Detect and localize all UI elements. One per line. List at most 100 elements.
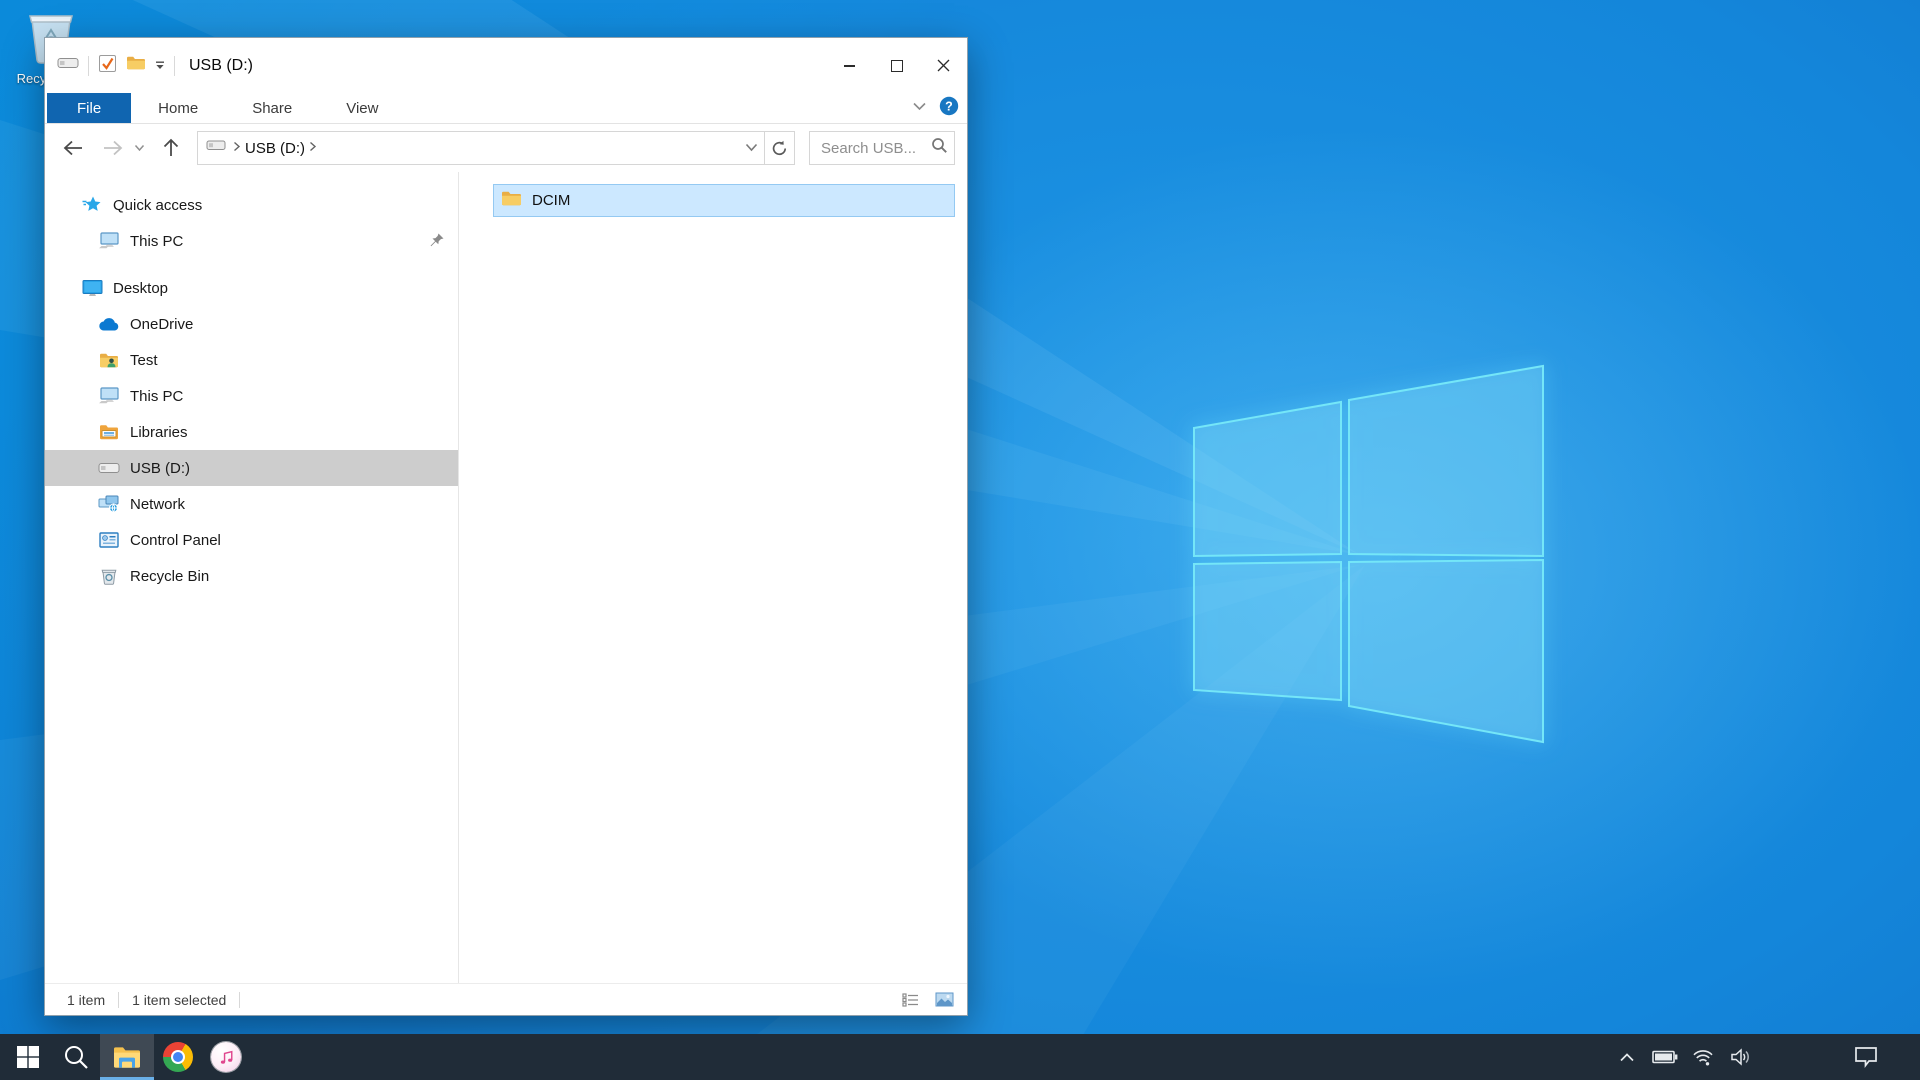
sidebar-item-this-pc-pinned[interactable]: This PC bbox=[45, 223, 458, 259]
properties-check-icon[interactable] bbox=[98, 54, 117, 78]
itunes-icon bbox=[211, 1042, 241, 1072]
ribbon-right-controls: ? bbox=[912, 93, 959, 123]
new-folder-icon[interactable] bbox=[126, 55, 146, 76]
sidebar-item-libraries[interactable]: Libraries bbox=[45, 414, 458, 450]
search-icon bbox=[63, 1044, 89, 1070]
sidebar-item-label: OneDrive bbox=[130, 316, 193, 333]
file-list-area[interactable]: DCIM bbox=[459, 172, 967, 983]
volume-button[interactable] bbox=[1722, 1034, 1760, 1080]
usb-drive-icon bbox=[98, 461, 120, 475]
sidebar-item-label: Desktop bbox=[113, 280, 168, 297]
start-icon bbox=[16, 1045, 40, 1069]
sidebar-item-network[interactable]: Network bbox=[45, 486, 458, 522]
caption-buttons bbox=[826, 38, 967, 93]
forward-button[interactable] bbox=[97, 139, 129, 157]
taskbar-chrome-button[interactable] bbox=[154, 1034, 202, 1080]
battery-status-button[interactable] bbox=[1646, 1034, 1684, 1080]
tray-expand-button[interactable] bbox=[1608, 1034, 1646, 1080]
libraries-icon bbox=[98, 424, 120, 441]
battery-icon bbox=[1652, 1050, 1678, 1064]
close-button[interactable] bbox=[920, 38, 967, 93]
breadcrumb-chevron-icon[interactable] bbox=[233, 139, 241, 157]
window-main: Quick access This PC Desktop bbox=[45, 172, 967, 983]
minimize-button[interactable] bbox=[826, 38, 873, 93]
this-pc-icon bbox=[98, 387, 120, 405]
recent-locations-chevron-icon[interactable] bbox=[129, 144, 149, 152]
sidebar-item-label: Recycle Bin bbox=[130, 568, 209, 585]
this-pc-icon bbox=[98, 232, 120, 250]
sidebar-item-label: Network bbox=[130, 496, 185, 513]
sidebar-item-label: Test bbox=[130, 352, 158, 369]
search-icon[interactable] bbox=[931, 137, 948, 159]
sidebar-item-control-panel[interactable]: Control Panel bbox=[45, 522, 458, 558]
maximize-button[interactable] bbox=[873, 38, 920, 93]
usb-drive-icon bbox=[206, 139, 226, 157]
file-name: DCIM bbox=[532, 192, 570, 209]
expand-ribbon-chevron-icon[interactable] bbox=[912, 99, 927, 117]
usb-drive-icon bbox=[57, 56, 79, 75]
taskbar-itunes-button[interactable] bbox=[202, 1034, 250, 1080]
taskbar-search-button[interactable] bbox=[52, 1034, 100, 1080]
tab-home[interactable]: Home bbox=[131, 93, 225, 123]
selection-count: 1 item selected bbox=[132, 992, 226, 1008]
window-title: USB (D:) bbox=[189, 57, 826, 75]
address-history-chevron-icon[interactable] bbox=[745, 139, 758, 157]
status-separator bbox=[118, 992, 119, 1008]
start-button[interactable] bbox=[4, 1034, 52, 1080]
tab-file[interactable]: File bbox=[47, 93, 131, 123]
refresh-icon bbox=[771, 140, 788, 157]
customize-toolbar-dropdown-icon[interactable] bbox=[155, 57, 165, 75]
sidebar-item-this-pc[interactable]: This PC bbox=[45, 378, 458, 414]
taskbar bbox=[0, 1034, 1920, 1080]
sidebar-item-label: Control Panel bbox=[130, 532, 221, 549]
network-status-button[interactable] bbox=[1684, 1034, 1722, 1080]
details-view-button[interactable] bbox=[897, 989, 923, 1011]
user-folder-icon bbox=[98, 352, 120, 369]
volume-icon bbox=[1730, 1048, 1752, 1066]
system-tray bbox=[1608, 1034, 1920, 1080]
recycle-bin-icon bbox=[98, 567, 120, 585]
svg-text:?: ? bbox=[945, 99, 953, 113]
breadcrumb-location[interactable]: USB (D:) bbox=[245, 140, 305, 157]
help-button[interactable]: ? bbox=[939, 96, 959, 121]
view-toggle-buttons bbox=[897, 989, 957, 1011]
search-input[interactable] bbox=[819, 139, 931, 158]
toolbar-separator bbox=[174, 56, 175, 76]
taskbar-file-explorer-button[interactable] bbox=[100, 1034, 154, 1080]
file-item-dcim[interactable]: DCIM bbox=[493, 184, 955, 217]
tray-expand-chevron-icon bbox=[1619, 1052, 1635, 1062]
address-bar[interactable]: USB (D:) bbox=[197, 131, 765, 165]
sidebar-item-onedrive[interactable]: OneDrive bbox=[45, 306, 458, 342]
refresh-button[interactable] bbox=[765, 131, 795, 165]
sidebar-item-label: Quick access bbox=[113, 197, 202, 214]
sidebar-item-label: USB (D:) bbox=[130, 460, 190, 477]
sidebar-item-test-user[interactable]: Test bbox=[45, 342, 458, 378]
windows-logo-wallpaper bbox=[1185, 355, 1555, 760]
ribbon-tab-bar: File Home Share View ? bbox=[45, 93, 967, 124]
sidebar-item-label: This PC bbox=[130, 233, 183, 250]
pin-icon bbox=[429, 232, 445, 252]
back-button[interactable] bbox=[57, 139, 89, 157]
large-icons-view-button[interactable] bbox=[931, 989, 957, 1011]
chrome-icon bbox=[163, 1042, 193, 1072]
sidebar-item-usb-drive[interactable]: USB (D:) bbox=[45, 450, 458, 486]
maximize-icon bbox=[891, 60, 903, 72]
breadcrumb-chevron-icon[interactable] bbox=[309, 139, 317, 157]
quick-access-toolbar bbox=[45, 54, 175, 78]
sidebar-item-desktop[interactable]: Desktop bbox=[45, 270, 458, 306]
search-box bbox=[809, 131, 955, 165]
sidebar-item-quick-access[interactable]: Quick access bbox=[45, 187, 458, 223]
status-bar: 1 item 1 item selected bbox=[45, 983, 967, 1015]
control-panel-icon bbox=[98, 532, 120, 548]
title-bar[interactable]: USB (D:) bbox=[45, 38, 967, 93]
folder-icon bbox=[501, 190, 522, 212]
action-center-button[interactable] bbox=[1838, 1034, 1894, 1080]
toolbar-separator bbox=[88, 56, 89, 76]
sidebar-item-recycle-bin[interactable]: Recycle Bin bbox=[45, 558, 458, 594]
up-button[interactable] bbox=[155, 138, 187, 158]
status-separator bbox=[239, 992, 240, 1008]
sidebar-item-label: This PC bbox=[130, 388, 183, 405]
network-icon bbox=[98, 495, 120, 513]
tab-share[interactable]: Share bbox=[225, 93, 319, 123]
tab-view[interactable]: View bbox=[319, 93, 405, 123]
